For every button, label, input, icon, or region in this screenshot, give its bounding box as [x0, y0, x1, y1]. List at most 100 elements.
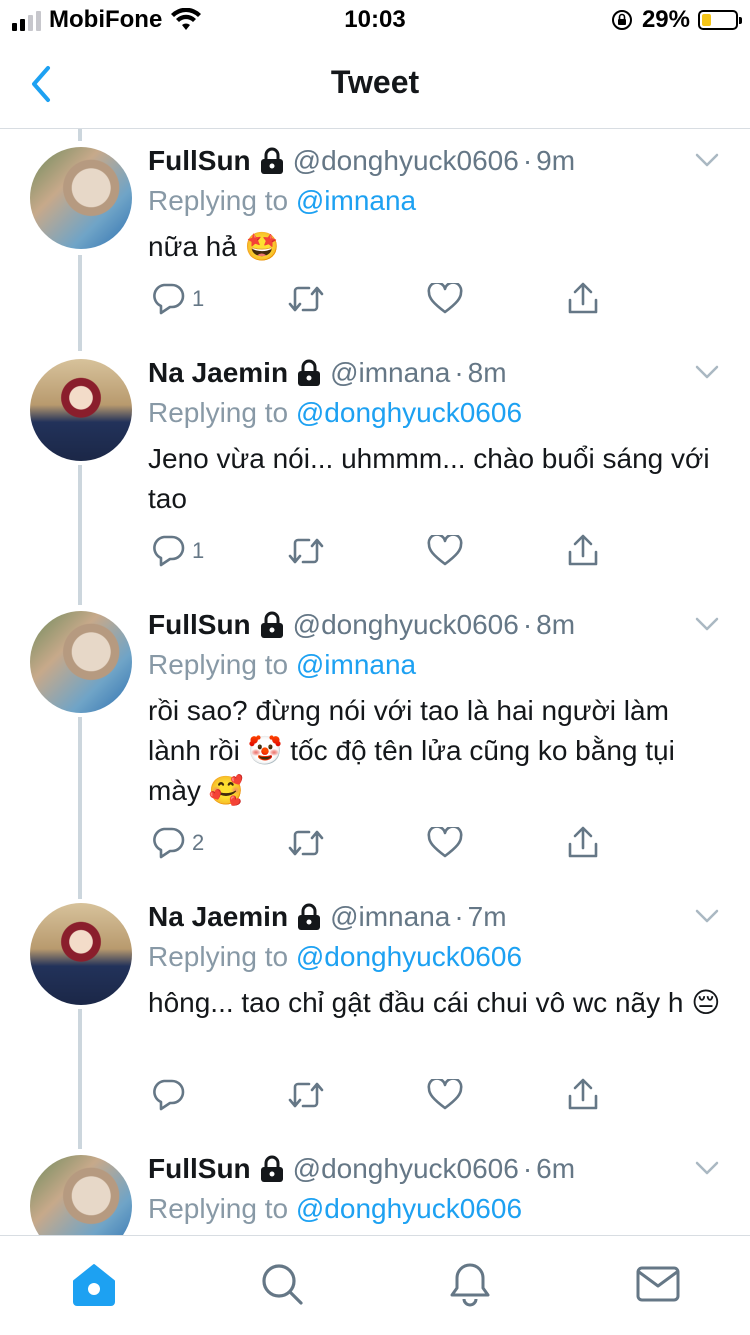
reply-icon	[153, 827, 185, 859]
share-button[interactable]	[566, 1078, 600, 1112]
mention-link[interactable]: @donghyuck0606	[296, 941, 522, 972]
share-button[interactable]	[566, 282, 600, 316]
replying-label: Replying to	[148, 1193, 289, 1224]
status-right: 29%	[610, 6, 742, 34]
mention-link[interactable]: @donghyuck0606	[296, 1193, 522, 1224]
search-icon	[262, 1264, 303, 1305]
like-button[interactable]	[427, 283, 463, 315]
mention-link[interactable]: @imnana	[296, 649, 416, 680]
share-button[interactable]	[566, 826, 600, 860]
replying-label: Replying to	[148, 397, 289, 428]
user-handle[interactable]: @donghyuck0606	[293, 1151, 519, 1187]
tab-home[interactable]	[68, 1258, 120, 1310]
separator-dot: ·	[454, 901, 464, 932]
separator-dot: ·	[522, 1153, 533, 1184]
heart-icon	[427, 1079, 463, 1110]
avatar[interactable]	[30, 611, 132, 713]
tweet-thread[interactable]: FullSun @donghyuck0606 · 9m Replying to …	[0, 129, 750, 1235]
reply-icon	[153, 1079, 185, 1111]
share-icon	[568, 826, 598, 858]
avatar[interactable]	[30, 1155, 132, 1235]
heart-icon	[427, 283, 463, 314]
display-name[interactable]: Na Jaemin	[148, 355, 288, 391]
tweet-content: FullSun @donghyuck0606 · 8m Replying to …	[148, 607, 728, 811]
tweet-text: Jeno vừa nói... uhmmm... chào buổi sáng …	[148, 443, 710, 514]
tab-bar	[0, 1235, 750, 1335]
chevron-down-icon[interactable]	[694, 363, 720, 381]
reply-button[interactable]: 1	[150, 282, 204, 316]
replying-label: Replying to	[148, 185, 289, 216]
reply-count: 1	[192, 286, 205, 311]
separator-dot: ·	[522, 145, 533, 176]
separator-dot: ·	[522, 609, 533, 640]
mention-link[interactable]: @donghyuck0606	[296, 397, 522, 428]
retweet-icon	[288, 1082, 324, 1108]
replying-to: Replying to @donghyuck0606	[148, 1189, 728, 1229]
share-button[interactable]	[566, 534, 600, 568]
reply-icon	[153, 283, 185, 315]
heart-icon	[427, 535, 463, 566]
avatar[interactable]	[30, 359, 132, 461]
retweet-icon	[288, 286, 324, 312]
chevron-down-icon[interactable]	[694, 151, 720, 169]
retweet-button[interactable]	[287, 536, 325, 566]
replying-label: Replying to	[148, 649, 289, 680]
orientation-lock-icon	[611, 10, 632, 30]
replying-label: Replying to	[148, 941, 289, 972]
retweet-button[interactable]	[287, 1080, 325, 1110]
reply-button[interactable]: 1	[150, 534, 204, 568]
nav-bar: Tweet	[0, 40, 750, 129]
retweet-button[interactable]	[287, 284, 325, 314]
reply-count: 1	[192, 538, 205, 563]
display-name[interactable]: FullSun	[148, 143, 251, 179]
tweet-header: Na Jaemin @imnana · 8m	[148, 355, 728, 391]
avatar[interactable]	[30, 147, 132, 249]
battery-icon	[698, 10, 742, 30]
user-handle[interactable]: @imnana	[330, 899, 450, 935]
tweet-time: 8m	[467, 357, 507, 388]
like-button[interactable]	[427, 827, 463, 859]
display-name[interactable]: FullSun	[148, 607, 251, 643]
chevron-down-icon[interactable]	[694, 1159, 720, 1177]
tweet-header: FullSun @donghyuck0606 · 8m	[148, 607, 728, 643]
replying-to: Replying to @imnana	[148, 645, 728, 685]
mention-link[interactable]: @imnana	[296, 185, 416, 216]
tweet-actions: 1	[150, 531, 610, 571]
retweet-icon	[288, 830, 324, 856]
replying-to: Replying to @imnana	[148, 181, 728, 221]
display-name[interactable]: FullSun	[148, 1151, 251, 1187]
tweet[interactable]: FullSun @donghyuck0606 · 6m Replying to …	[0, 1137, 750, 1235]
tab-notifications[interactable]	[444, 1258, 496, 1310]
retweet-button[interactable]	[287, 828, 325, 858]
display-name[interactable]: Na Jaemin	[148, 899, 288, 935]
reply-button[interactable]: 2	[150, 826, 204, 860]
tweet-actions: 2	[150, 823, 610, 863]
tweet-actions: 1	[150, 279, 610, 319]
reply-icon	[153, 535, 185, 567]
tweet-time: 9m	[536, 145, 576, 176]
tweet-time: 8m	[536, 609, 576, 640]
battery-level	[702, 14, 711, 26]
chevron-down-icon[interactable]	[694, 615, 720, 633]
notifications-icon	[450, 1263, 490, 1307]
tweet-header: FullSun @donghyuck0606 · 9m	[148, 143, 728, 179]
tab-search[interactable]	[256, 1258, 308, 1310]
user-handle[interactable]: @imnana	[330, 355, 450, 391]
tweet-header: Na Jaemin @imnana · 7m	[148, 899, 728, 935]
tab-messages[interactable]	[632, 1258, 684, 1310]
share-icon	[568, 1078, 598, 1110]
lock-icon	[298, 359, 321, 386]
replying-to: Replying to @donghyuck0606	[148, 937, 728, 977]
user-handle[interactable]: @donghyuck0606	[293, 607, 519, 643]
tweet-actions	[150, 1075, 610, 1115]
tweet-content: FullSun @donghyuck0606 · 6m Replying to …	[148, 1151, 728, 1229]
like-button[interactable]	[427, 535, 463, 567]
replying-to: Replying to @donghyuck0606	[148, 393, 728, 433]
reply-button[interactable]	[150, 1078, 192, 1112]
chevron-down-icon[interactable]	[694, 907, 720, 925]
avatar[interactable]	[30, 903, 132, 1005]
user-handle[interactable]: @donghyuck0606	[293, 143, 519, 179]
heart-icon	[427, 827, 463, 858]
lock-icon	[260, 1155, 283, 1182]
like-button[interactable]	[427, 1079, 463, 1111]
